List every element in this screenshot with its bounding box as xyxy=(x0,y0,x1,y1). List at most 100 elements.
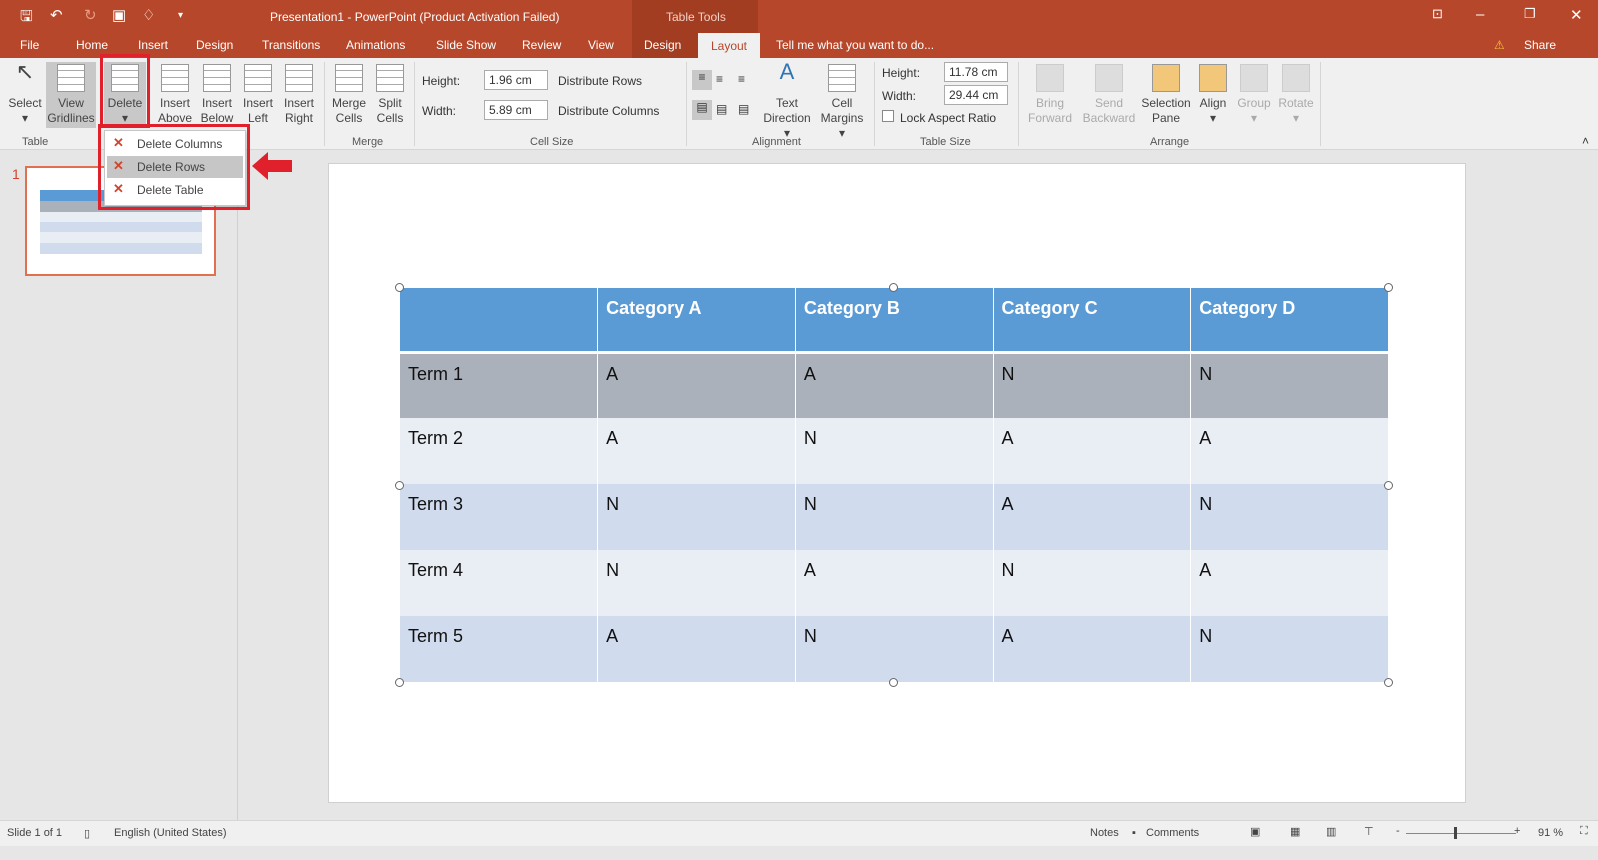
zoom-level[interactable]: 91 % xyxy=(1538,827,1563,839)
table-cell[interactable]: A xyxy=(597,352,796,418)
table-cell[interactable]: A xyxy=(795,550,994,616)
table-cell[interactable]: N xyxy=(993,550,1192,616)
tab-transitions[interactable]: Transitions xyxy=(262,38,320,52)
resize-handle[interactable] xyxy=(889,678,898,687)
resize-handle[interactable] xyxy=(1384,678,1393,687)
table-cell[interactable]: Term 5 xyxy=(400,616,599,682)
slide-sorter-icon[interactable]: ▦ xyxy=(1290,825,1300,838)
notes-button[interactable]: Notes xyxy=(1090,827,1119,839)
table-cell[interactable]: A xyxy=(1190,550,1389,616)
table-cell[interactable]: N xyxy=(1190,352,1389,418)
format-painter-icon[interactable]: ♢ xyxy=(142,6,155,24)
header-cell[interactable]: Category C xyxy=(993,288,1192,354)
resize-handle[interactable] xyxy=(889,283,898,292)
table-cell[interactable]: A xyxy=(993,484,1192,550)
header-cell[interactable] xyxy=(400,288,599,354)
table-width-input[interactable]: 29.44 cm xyxy=(944,85,1008,105)
insert-below-button[interactable]: Insert Below xyxy=(198,64,236,126)
table-cell[interactable]: N xyxy=(1190,616,1389,682)
table-cell[interactable]: A xyxy=(597,418,796,484)
tab-home[interactable]: Home xyxy=(76,38,108,52)
cell-height-input[interactable]: 1.96 cm xyxy=(484,70,548,90)
redo-icon[interactable]: ↻ xyxy=(84,6,97,24)
insert-left-button[interactable]: Insert Left xyxy=(240,64,276,126)
zoom-in-icon[interactable]: + xyxy=(1514,825,1520,837)
cell-margins-button[interactable]: Cell Margins ▾ xyxy=(816,64,868,141)
resize-handle[interactable] xyxy=(395,283,404,292)
table-cell[interactable]: N xyxy=(597,484,796,550)
zoom-slider-thumb[interactable] xyxy=(1454,827,1457,839)
share-button[interactable]: Share xyxy=(1524,38,1556,52)
customize-qat-icon[interactable]: ▾ xyxy=(178,10,183,21)
resize-handle[interactable] xyxy=(395,481,404,490)
lock-aspect-checkbox[interactable] xyxy=(882,110,894,122)
table-cell[interactable]: N xyxy=(795,484,994,550)
tab-design[interactable]: Design xyxy=(196,38,233,52)
fit-slide-icon[interactable]: ⛶ xyxy=(1580,825,1588,838)
tab-review[interactable]: Review xyxy=(522,38,561,52)
cell-width-input[interactable]: 5.89 cm xyxy=(484,100,548,120)
slideshow-icon[interactable]: ⊤ xyxy=(1364,825,1374,838)
align-middle-icon[interactable]: ▤ xyxy=(716,102,727,116)
table-cell[interactable]: A xyxy=(1190,418,1389,484)
bring-forward-button[interactable]: Bring Forward xyxy=(1024,64,1076,126)
selection-pane-button[interactable]: Selection Pane xyxy=(1140,64,1192,126)
select-button[interactable]: ↖ Select ▾ xyxy=(6,61,44,126)
tab-file[interactable]: File xyxy=(20,38,39,52)
warning-icon[interactable]: ⚠ xyxy=(1494,38,1505,52)
table-row[interactable]: Term 1AANN xyxy=(400,352,1389,418)
table-cell[interactable]: N xyxy=(993,352,1192,418)
header-cell[interactable]: Category A xyxy=(597,288,796,354)
table-row[interactable]: Term 3NNAN xyxy=(400,484,1389,550)
restore-icon[interactable]: ❐ xyxy=(1524,6,1536,22)
distribute-rows-button[interactable]: Distribute Rows xyxy=(558,74,642,88)
resize-handle[interactable] xyxy=(395,678,404,687)
table-cell[interactable]: N xyxy=(1190,484,1389,550)
resize-handle[interactable] xyxy=(1384,283,1393,292)
align-button[interactable]: Align ▾ xyxy=(1196,64,1230,126)
group-button[interactable]: Group ▾ xyxy=(1236,64,1272,126)
align-bottom-icon[interactable]: ▤ xyxy=(738,102,749,116)
table-height-input[interactable]: 11.78 cm xyxy=(944,62,1008,82)
rotate-button[interactable]: Rotate ▾ xyxy=(1276,64,1316,126)
tab-animations[interactable]: Animations xyxy=(346,38,405,52)
comments-button[interactable]: Comments xyxy=(1146,827,1199,839)
align-left-icon[interactable]: ≡ xyxy=(692,70,712,90)
spellcheck-icon[interactable]: ▯ xyxy=(84,827,90,840)
collapse-ribbon-icon[interactable]: ˄ xyxy=(1582,134,1589,148)
normal-view-icon[interactable]: ▣ xyxy=(1250,825,1260,838)
table-cell[interactable]: A xyxy=(993,418,1192,484)
view-gridlines-button[interactable]: View Gridlines xyxy=(46,62,96,128)
header-cell[interactable]: Category D xyxy=(1190,288,1389,354)
insert-above-button[interactable]: Insert Above xyxy=(156,64,194,126)
tab-table-design[interactable]: Design xyxy=(644,38,681,52)
table-cell[interactable]: Term 2 xyxy=(400,418,599,484)
ribbon-display-icon[interactable]: ⊡ xyxy=(1432,6,1443,22)
table-row[interactable]: Term 5ANAN xyxy=(400,616,1389,682)
align-top-icon[interactable]: ▤ xyxy=(692,100,712,120)
zoom-out-icon[interactable]: - xyxy=(1396,825,1400,837)
align-right-icon[interactable]: ≡ xyxy=(738,72,745,86)
table-cell[interactable]: N xyxy=(795,616,994,682)
save-icon[interactable]: 🖫 xyxy=(20,6,33,31)
tab-slide-show[interactable]: Slide Show xyxy=(436,38,496,52)
table-cell[interactable]: Term 4 xyxy=(400,550,599,616)
table-row[interactable]: Term 4NANA xyxy=(400,550,1389,616)
table-cell[interactable]: Term 1 xyxy=(400,352,599,418)
close-icon[interactable]: ✕ xyxy=(1570,6,1583,24)
insert-right-button[interactable]: Insert Right xyxy=(280,64,318,126)
minimize-icon[interactable]: – xyxy=(1476,6,1484,23)
resize-handle[interactable] xyxy=(1384,481,1393,490)
merge-cells-button[interactable]: Merge Cells xyxy=(330,64,368,126)
table-cell[interactable]: A xyxy=(795,352,994,418)
send-backward-button[interactable]: Send Backward xyxy=(1080,64,1138,126)
distribute-columns-button[interactable]: Distribute Columns xyxy=(558,104,659,118)
tab-view[interactable]: View xyxy=(588,38,614,52)
table-cell[interactable]: Term 3 xyxy=(400,484,599,550)
table-cell[interactable]: N xyxy=(795,418,994,484)
language[interactable]: English (United States) xyxy=(114,827,227,839)
align-center-icon[interactable]: ≡ xyxy=(716,72,723,86)
zoom-slider[interactable] xyxy=(1406,833,1516,834)
tell-me-input[interactable]: Tell me what you want to do... xyxy=(776,38,934,52)
text-direction-button[interactable]: A Text Direction ▾ xyxy=(762,61,812,141)
